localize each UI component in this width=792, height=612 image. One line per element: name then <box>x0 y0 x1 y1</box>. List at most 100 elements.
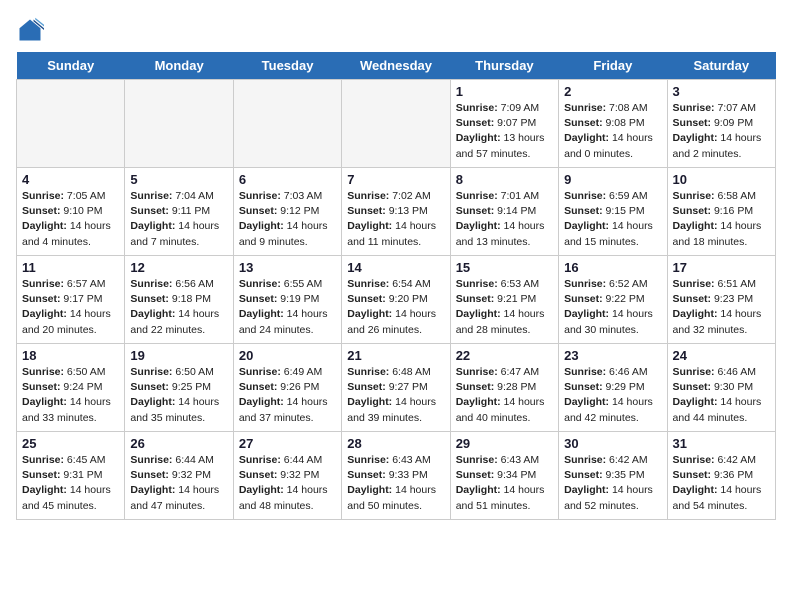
day-number: 16 <box>564 260 661 275</box>
day-number: 28 <box>347 436 444 451</box>
cell-info: Sunrise: 6:58 AMSunset: 9:16 PMDaylight:… <box>673 189 770 250</box>
day-number: 15 <box>456 260 553 275</box>
day-number: 26 <box>130 436 227 451</box>
cell-info: Sunrise: 7:01 AMSunset: 9:14 PMDaylight:… <box>456 189 553 250</box>
day-number: 17 <box>673 260 770 275</box>
calendar-table: SundayMondayTuesdayWednesdayThursdayFrid… <box>16 52 776 520</box>
cell-info: Sunrise: 6:54 AMSunset: 9:20 PMDaylight:… <box>347 277 444 338</box>
calendar-cell: 19Sunrise: 6:50 AMSunset: 9:25 PMDayligh… <box>125 344 233 432</box>
day-number: 22 <box>456 348 553 363</box>
day-number: 21 <box>347 348 444 363</box>
calendar-cell: 25 Sunrise: 6:45 AMSunset: 9:31 PMDayligh… <box>17 432 125 520</box>
cell-info: Sunrise: 6:44 AMSunset: 9:32 PMDaylight:… <box>130 453 227 514</box>
cell-info: Sunrise: 7:09 AMSunset: 9:07 PMDaylight:… <box>456 101 553 162</box>
calendar-cell: 16 Sunrise: 6:52 AMSunset: 9:22 PMDayligh… <box>559 256 667 344</box>
day-header-monday: Monday <box>125 52 233 80</box>
calendar-cell: 10 Sunrise: 6:58 AMSunset: 9:16 PMDayligh… <box>667 168 775 256</box>
calendar-cell: 15 Sunrise: 6:53 AMSunset: 9:21 PMDayligh… <box>450 256 558 344</box>
day-number: 3 <box>673 84 770 99</box>
cell-info: Sunrise: 6:51 AMSunset: 9:23 PMDaylight:… <box>673 277 770 338</box>
cell-info: Sunrise: 6:46 AMSunset: 9:29 PMDaylight:… <box>564 365 661 426</box>
cell-info: Sunrise: 7:05 AMSunset: 9:10 PMDaylight:… <box>22 189 119 250</box>
calendar-cell: 7 Sunrise: 7:02 AMSunset: 9:13 PMDaylight… <box>342 168 450 256</box>
day-number: 31 <box>673 436 770 451</box>
calendar-cell <box>233 80 341 168</box>
day-number: 11 <box>22 260 119 275</box>
day-header-saturday: Saturday <box>667 52 775 80</box>
calendar-cell: 11 Sunrise: 6:57 AMSunset: 9:17 PMDayligh… <box>17 256 125 344</box>
day-header-wednesday: Wednesday <box>342 52 450 80</box>
week-row-1: 1 Sunrise: 7:09 AMSunset: 9:07 PMDaylight… <box>17 80 776 168</box>
day-number: 9 <box>564 172 661 187</box>
calendar-cell: 1 Sunrise: 7:09 AMSunset: 9:07 PMDaylight… <box>450 80 558 168</box>
cell-info: Sunrise: 6:44 AMSunset: 9:32 PMDaylight:… <box>239 453 336 514</box>
day-number: 27 <box>239 436 336 451</box>
calendar-cell: 26 Sunrise: 6:44 AMSunset: 9:32 PMDayligh… <box>125 432 233 520</box>
day-number: 24 <box>673 348 770 363</box>
calendar-cell: 27 Sunrise: 6:44 AMSunset: 9:32 PMDayligh… <box>233 432 341 520</box>
cell-info: Sunrise: 6:59 AMSunset: 9:15 PMDaylight:… <box>564 189 661 250</box>
cell-info: Sunrise: 7:08 AMSunset: 9:08 PMDaylight:… <box>564 101 661 162</box>
day-number: 5 <box>130 172 227 187</box>
calendar-header-row: SundayMondayTuesdayWednesdayThursdayFrid… <box>17 52 776 80</box>
calendar-cell: 23 Sunrise: 6:46 AMSunset: 9:29 PMDayligh… <box>559 344 667 432</box>
logo-icon <box>16 16 44 44</box>
day-header-sunday: Sunday <box>17 52 125 80</box>
calendar-cell: 13 Sunrise: 6:55 AMSunset: 9:19 PMDayligh… <box>233 256 341 344</box>
week-row-5: 25 Sunrise: 6:45 AMSunset: 9:31 PMDayligh… <box>17 432 776 520</box>
day-number: 2 <box>564 84 661 99</box>
calendar-cell: 12Sunrise: 6:56 AMSunset: 9:18 PMDayligh… <box>125 256 233 344</box>
calendar-cell: 21 Sunrise: 6:48 AMSunset: 9:27 PMDayligh… <box>342 344 450 432</box>
cell-info: Sunrise: 6:57 AMSunset: 9:17 PMDaylight:… <box>22 277 119 338</box>
day-number: 10 <box>673 172 770 187</box>
cell-info: Sunrise: 7:02 AMSunset: 9:13 PMDaylight:… <box>347 189 444 250</box>
calendar-cell: 2 Sunrise: 7:08 AMSunset: 9:08 PMDaylight… <box>559 80 667 168</box>
day-number: 30 <box>564 436 661 451</box>
day-number: 6 <box>239 172 336 187</box>
day-number: 13 <box>239 260 336 275</box>
cell-info: Sunrise: 6:53 AMSunset: 9:21 PMDaylight:… <box>456 277 553 338</box>
day-number: 14 <box>347 260 444 275</box>
cell-info: Sunrise: 6:48 AMSunset: 9:27 PMDaylight:… <box>347 365 444 426</box>
day-number: 19 <box>130 348 227 363</box>
day-header-friday: Friday <box>559 52 667 80</box>
calendar-cell: 6 Sunrise: 7:03 AMSunset: 9:12 PMDaylight… <box>233 168 341 256</box>
day-number: 7 <box>347 172 444 187</box>
day-number: 1 <box>456 84 553 99</box>
calendar-cell: 14 Sunrise: 6:54 AMSunset: 9:20 PMDayligh… <box>342 256 450 344</box>
day-header-tuesday: Tuesday <box>233 52 341 80</box>
cell-info: Sunrise: 7:04 AMSunset: 9:11 PMDaylight:… <box>130 189 227 250</box>
day-number: 18 <box>22 348 119 363</box>
calendar-cell: 24Sunrise: 6:46 AMSunset: 9:30 PMDayligh… <box>667 344 775 432</box>
calendar-cell: 4 Sunrise: 7:05 AMSunset: 9:10 PMDaylight… <box>17 168 125 256</box>
cell-info: Sunrise: 6:43 AMSunset: 9:34 PMDaylight:… <box>456 453 553 514</box>
calendar-cell: 22 Sunrise: 6:47 AMSunset: 9:28 PMDayligh… <box>450 344 558 432</box>
cell-info: Sunrise: 7:07 AMSunset: 9:09 PMDaylight:… <box>673 101 770 162</box>
day-number: 25 <box>22 436 119 451</box>
calendar-cell: 8Sunrise: 7:01 AMSunset: 9:14 PMDaylight… <box>450 168 558 256</box>
cell-info: Sunrise: 6:52 AMSunset: 9:22 PMDaylight:… <box>564 277 661 338</box>
cell-info: Sunrise: 6:55 AMSunset: 9:19 PMDaylight:… <box>239 277 336 338</box>
calendar-cell: 30 Sunrise: 6:42 AMSunset: 9:35 PMDayligh… <box>559 432 667 520</box>
day-header-thursday: Thursday <box>450 52 558 80</box>
cell-info: Sunrise: 6:47 AMSunset: 9:28 PMDaylight:… <box>456 365 553 426</box>
calendar-body: 1 Sunrise: 7:09 AMSunset: 9:07 PMDaylight… <box>17 80 776 520</box>
calendar-cell: 5 Sunrise: 7:04 AMSunset: 9:11 PMDaylight… <box>125 168 233 256</box>
calendar-cell: 9 Sunrise: 6:59 AMSunset: 9:15 PMDaylight… <box>559 168 667 256</box>
cell-info: Sunrise: 6:49 AMSunset: 9:26 PMDaylight:… <box>239 365 336 426</box>
cell-info: Sunrise: 7:03 AMSunset: 9:12 PMDaylight:… <box>239 189 336 250</box>
day-number: 4 <box>22 172 119 187</box>
calendar-cell <box>17 80 125 168</box>
day-number: 23 <box>564 348 661 363</box>
logo <box>16 16 48 44</box>
cell-info: Sunrise: 6:42 AMSunset: 9:35 PMDaylight:… <box>564 453 661 514</box>
cell-info: Sunrise: 6:45 AMSunset: 9:31 PMDaylight:… <box>22 453 119 514</box>
day-number: 20 <box>239 348 336 363</box>
calendar-cell: 17 Sunrise: 6:51 AMSunset: 9:23 PMDayligh… <box>667 256 775 344</box>
calendar-cell: 20 Sunrise: 6:49 AMSunset: 9:26 PMDayligh… <box>233 344 341 432</box>
day-number: 12 <box>130 260 227 275</box>
week-row-2: 4 Sunrise: 7:05 AMSunset: 9:10 PMDaylight… <box>17 168 776 256</box>
calendar-cell: 31Sunrise: 6:42 AMSunset: 9:36 PMDayligh… <box>667 432 775 520</box>
cell-info: Sunrise: 6:50 AMSunset: 9:24 PMDaylight:… <box>22 365 119 426</box>
calendar-cell: 18 Sunrise: 6:50 AMSunset: 9:24 PMDayligh… <box>17 344 125 432</box>
